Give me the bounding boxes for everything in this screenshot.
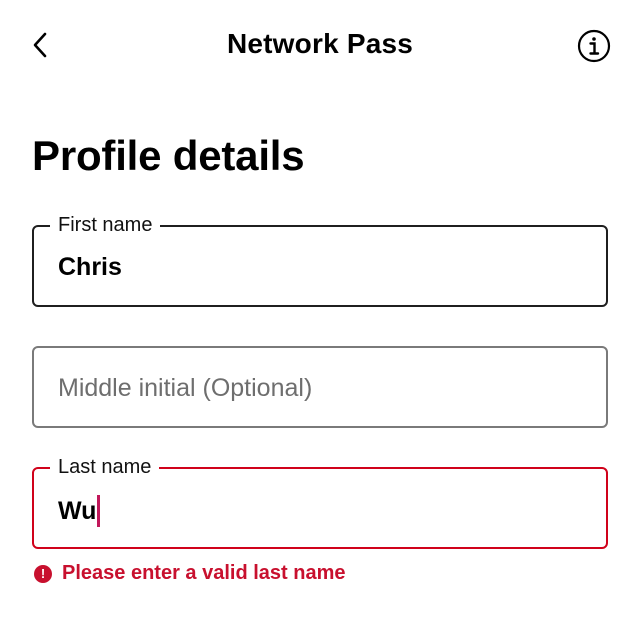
app-title: Network Pass: [226, 28, 414, 59]
last-name-error-message: Please enter a valid last name: [62, 562, 346, 584]
middle-initial-placeholder: Middle initial (Optional): [58, 374, 313, 402]
info-icon: [577, 29, 611, 63]
page-title: Profile details: [32, 132, 305, 179]
last-name-value: Wu: [58, 496, 97, 525]
error-icon: !: [34, 564, 52, 583]
text-caret: [97, 495, 101, 527]
top-navigation-bar: Network Pass: [0, 0, 640, 90]
last-name-field[interactable]: Last name Wu: [32, 453, 608, 549]
last-name-label: Last name: [50, 453, 160, 481]
middle-initial-field[interactable]: Middle initial (Optional): [32, 346, 608, 428]
last-name-error: ! Please enter a valid last name: [34, 562, 346, 585]
last-name-input-value: Wu: [58, 495, 101, 527]
first-name-field[interactable]: First name Chris: [32, 211, 608, 307]
first-name-value: Chris: [58, 253, 122, 281]
info-button[interactable]: [576, 28, 612, 64]
first-name-label: First name: [50, 211, 161, 239]
